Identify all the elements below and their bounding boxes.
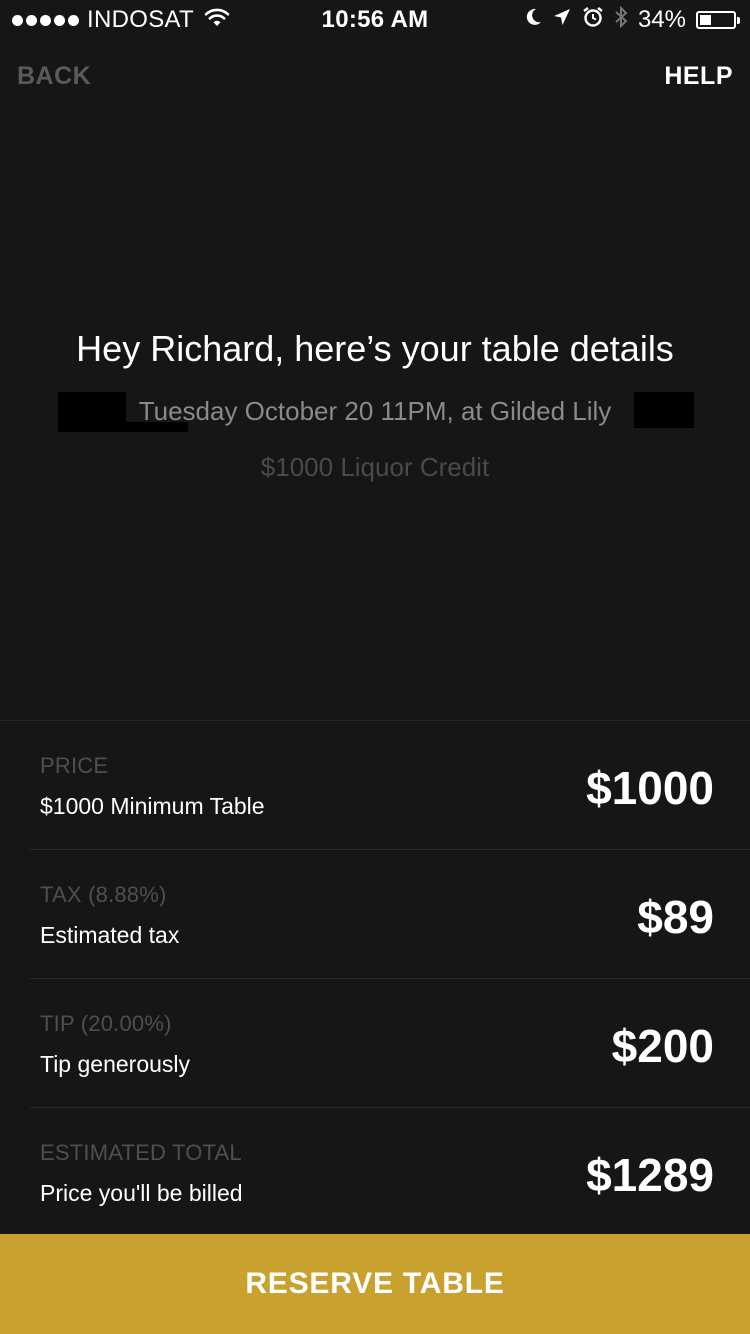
page-title: Hey Richard, here’s your table details (76, 328, 674, 369)
status-right: 34% (524, 5, 740, 34)
tip-row[interactable]: TIP (20.00%) Tip generously $200 (30, 979, 750, 1108)
bluetooth-icon (614, 5, 628, 34)
price-breakdown: PRICE $1000 Minimum Table $1000 TAX (8.8… (0, 720, 750, 1236)
status-bar: INDOSAT 10:56 AM 34% (0, 0, 750, 40)
reservation-date-venue: Tuesday October 20 11PM, at Gilded Lily (138, 396, 612, 426)
total-row: ESTIMATED TOTAL Price you'll be billed $… (30, 1108, 750, 1236)
row-label: TAX (8.88%) (40, 882, 167, 907)
liquor-credit: $1000 Liquor Credit (260, 452, 490, 482)
row-label: ESTIMATED TOTAL (40, 1140, 242, 1165)
location-arrow-icon (552, 7, 572, 32)
row-description: Estimated tax (40, 922, 180, 948)
reservation-details: Tuesday October 20 11PM, at Gilded Lily (0, 392, 750, 432)
back-button[interactable]: BACK (17, 62, 91, 91)
reserve-table-label: RESERVE TABLE (245, 1267, 505, 1300)
moon-icon (524, 7, 542, 32)
alarm-icon (582, 6, 604, 33)
reserve-table-button[interactable]: RESERVE TABLE (0, 1234, 750, 1334)
tax-row: TAX (8.88%) Estimated tax $89 (30, 850, 750, 979)
price-row: PRICE $1000 Minimum Table $1000 (30, 721, 750, 850)
row-description: $1000 Minimum Table (40, 793, 265, 819)
help-button[interactable]: HELP (664, 62, 733, 91)
row-description: Price you'll be billed (40, 1180, 243, 1206)
row-description: Tip generously (40, 1051, 191, 1077)
row-label: PRICE (40, 753, 109, 778)
row-amount: $1000 (586, 762, 714, 814)
row-amount: $200 (611, 1020, 714, 1072)
battery-percentage: 34% (637, 5, 686, 33)
row-amount: $89 (637, 891, 714, 943)
battery-fill (700, 14, 711, 25)
row-label: TIP (20.00%) (40, 1011, 172, 1036)
battery-icon (696, 10, 740, 29)
row-amount: $1289 (586, 1149, 714, 1201)
